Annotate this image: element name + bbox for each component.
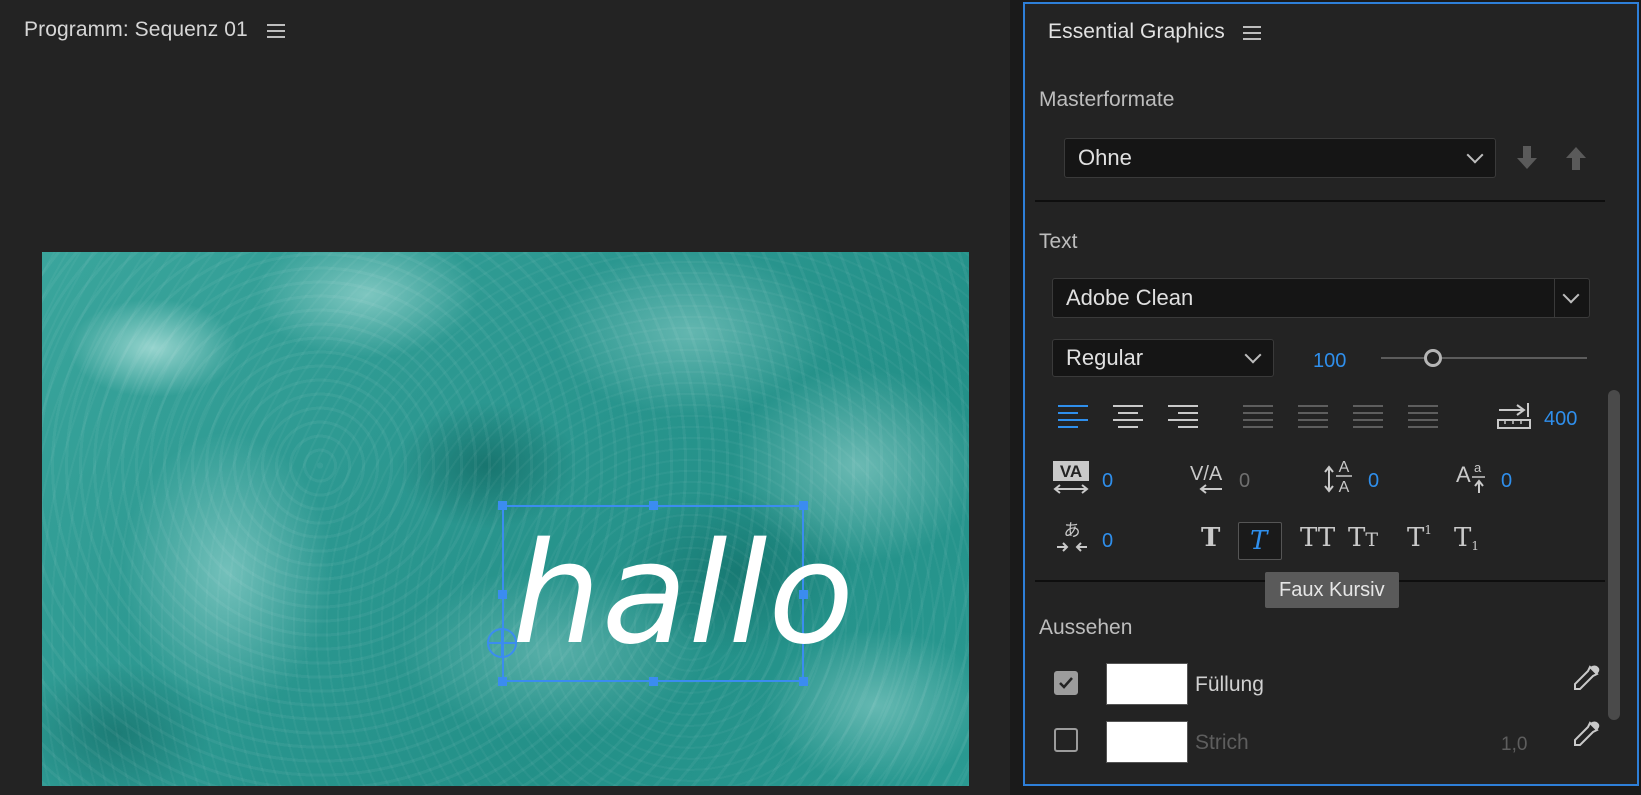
program-monitor-panel: Programm: Sequenz 01 hallo [0,0,1010,795]
tracking-icon: V/A [1190,463,1223,494]
small-caps-button[interactable]: TT [1348,523,1378,553]
fill-color-swatch[interactable] [1106,663,1188,705]
baseline-shift-icon: A a [1456,460,1485,493]
leading-icon: A A [1324,459,1352,496]
masterformate-value: Ohne [1078,145,1132,170]
leading-value[interactable]: 0 [1368,470,1379,493]
tracking-value[interactable]: 0 [1239,470,1250,493]
font-size-slider-track[interactable] [1381,357,1587,359]
resize-handle-bottom-left[interactable] [498,677,507,686]
align-center-icon[interactable] [1113,405,1143,433]
svg-text:A: A [1339,459,1350,476]
resize-handle-left[interactable] [498,590,507,599]
essential-graphics-panel: Essential Graphics Masterformate Ohne Te… [1023,2,1639,786]
font-family-value: Adobe Clean [1066,285,1194,310]
masterformate-dropdown[interactable]: Ohne [1064,138,1496,178]
resize-handle-bottom-right[interactable] [799,677,808,686]
justify-all-icon[interactable] [1408,405,1438,433]
eyedropper-icon[interactable] [1570,664,1600,694]
superscript-button[interactable]: T1 [1407,523,1432,553]
justify-last-left-icon[interactable] [1243,405,1273,433]
stroke-checkbox[interactable] [1054,728,1078,752]
fill-label: Füllung [1195,673,1264,696]
kerning-value[interactable]: 0 [1102,470,1113,493]
program-monitor-title: Programm: Sequenz 01 [24,18,248,41]
font-style-value: Regular [1066,345,1144,370]
chevron-down-icon [1244,346,1262,364]
subscript-button[interactable]: T1 [1454,523,1479,553]
svg-text:V/A: V/A [1190,463,1223,485]
tooltip-faux-kursiv: Faux Kursiv [1265,572,1399,608]
section-divider [1035,200,1605,202]
faux-italic-button[interactable]: T [1238,522,1282,560]
eyedropper-icon[interactable] [1570,720,1600,750]
anchor-point-icon[interactable] [486,627,518,659]
resize-handle-top[interactable] [649,501,658,510]
resize-handle-bottom[interactable] [649,677,658,686]
svg-text:A: A [1456,462,1471,487]
hamburger-menu-icon[interactable] [1243,26,1261,40]
resize-handle-top-left[interactable] [498,501,507,510]
tab-width-value[interactable]: 400 [1544,408,1577,431]
justify-last-center-icon[interactable] [1298,405,1328,433]
checkmark-icon [1059,677,1073,689]
all-caps-button[interactable]: TT [1300,523,1335,553]
font-style-dropdown[interactable]: Regular [1052,339,1274,377]
essential-graphics-title: Essential Graphics [1048,20,1225,43]
faux-bold-button[interactable]: T [1201,523,1220,553]
faux-italic-glyph: T [1250,526,1268,556]
font-size-slider-knob[interactable] [1423,349,1442,367]
tsume-icon: あ [1057,521,1087,552]
hamburger-menu-icon[interactable] [267,24,285,38]
title-text-overlay[interactable]: hallo [512,520,855,670]
stroke-label: Strich [1195,731,1249,754]
svg-text:VA: VA [1060,462,1082,481]
download-arrow-icon[interactable] [1516,146,1538,170]
stroke-color-swatch[interactable] [1106,721,1188,763]
chevron-down-icon [1562,286,1580,304]
fill-checkbox[interactable] [1054,671,1078,695]
align-left-icon[interactable] [1058,405,1088,433]
justify-last-right-icon[interactable] [1353,405,1383,433]
svg-text:あ: あ [1064,521,1081,541]
stroke-width-value[interactable]: 1,0 [1501,734,1527,756]
svg-text:A: A [1339,479,1350,496]
tab-width-icon [1497,403,1531,429]
align-right-icon[interactable] [1168,405,1198,433]
baseline-shift-value[interactable]: 0 [1501,470,1512,493]
font-family-dropdown[interactable]: Adobe Clean [1052,278,1590,318]
font-size-value[interactable]: 100 [1313,350,1346,373]
masterformate-label: Masterformate [1039,88,1175,111]
tsume-value[interactable]: 0 [1102,530,1113,553]
upload-arrow-icon[interactable] [1565,146,1587,170]
panel-scrollbar[interactable] [1608,390,1620,720]
svg-text:a: a [1474,460,1482,475]
dropdown-separator [1554,279,1555,317]
chevron-down-icon [1466,146,1484,164]
text-section-label: Text [1039,230,1078,253]
aussehen-label: Aussehen [1039,616,1133,639]
kerning-icon: VA [1053,461,1089,494]
resize-handle-top-right[interactable] [799,501,808,510]
